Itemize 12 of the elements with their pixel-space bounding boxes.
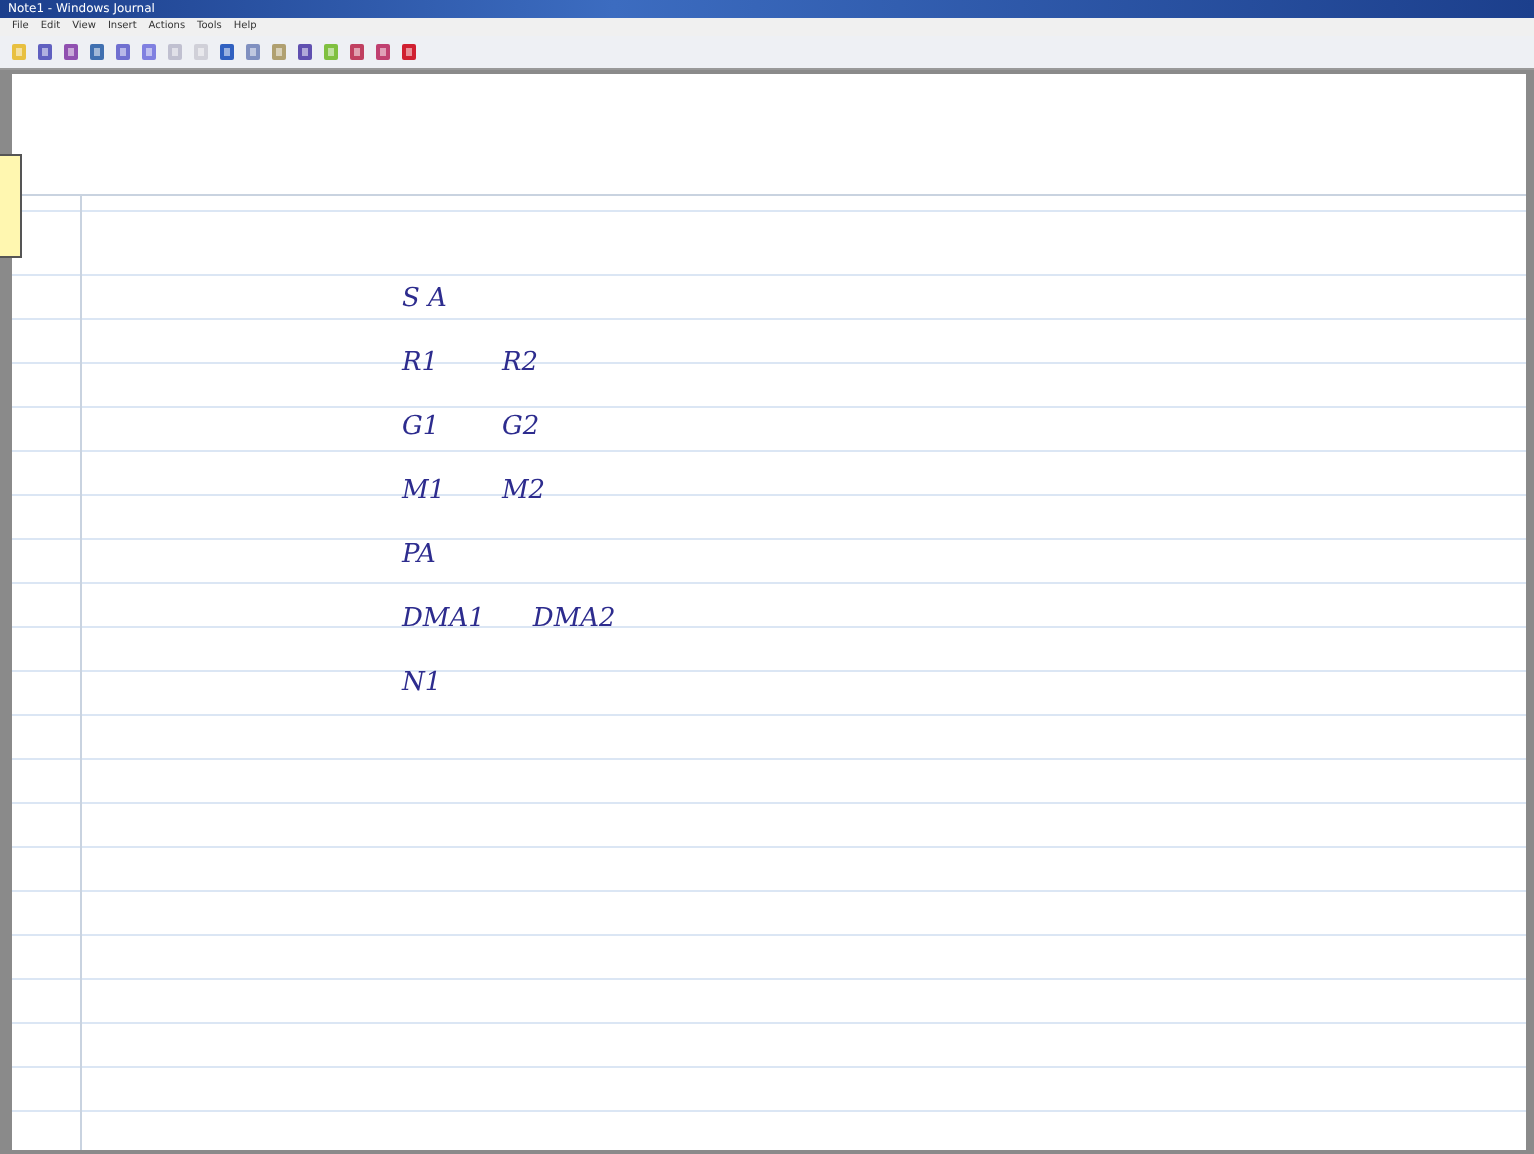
handwritten-text: G1 bbox=[402, 412, 442, 442]
handwritten-text: R2 bbox=[502, 348, 541, 378]
handwritten-text: M2 bbox=[502, 476, 548, 506]
page-tab[interactable] bbox=[0, 154, 22, 258]
handwritten-text: PA bbox=[402, 540, 438, 570]
handwritten-text: DMA2 bbox=[532, 604, 616, 634]
handwritten-text: N1 bbox=[402, 668, 444, 698]
handwritten-text: M1 bbox=[402, 476, 448, 506]
handwritten-text: G2 bbox=[502, 412, 542, 442]
handwritten-text: S A bbox=[402, 284, 449, 314]
handwritten-text: DMA1 bbox=[402, 604, 485, 634]
handwritten-text: R1 bbox=[402, 348, 441, 378]
